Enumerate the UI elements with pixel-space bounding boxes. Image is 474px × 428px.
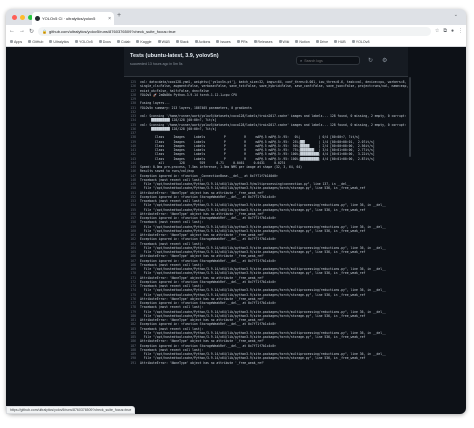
- new-tab-button[interactable]: +: [117, 12, 121, 19]
- bookmark-favicon-icon: [74, 40, 78, 43]
- scrollbar-thumb[interactable]: [409, 77, 411, 157]
- log-line-text: AttributeError: 'NoneType' object has no…: [140, 360, 265, 365]
- bookmark-item[interactable]: YOLOv5: [74, 39, 93, 44]
- gear-icon[interactable]: ⚙: [382, 57, 387, 64]
- status-bar: https://github.com/ultralytics/yolov5/ru…: [6, 406, 136, 414]
- bookmark-label: Docs: [102, 39, 111, 44]
- log-output: 125 val: data=data/coco128.yaml, weights=…: [124, 78, 408, 414]
- bookmark-favicon-icon: [136, 40, 140, 43]
- lock-icon: 🔒: [42, 28, 48, 34]
- bookmark-item[interactable]: Issues: [216, 39, 231, 44]
- bookmark-favicon-icon: [157, 40, 161, 43]
- window-controls: [12, 14, 33, 20]
- bookmark-item[interactable]: Ultralytics: [49, 40, 69, 44]
- bookmark-label: HUB: [338, 39, 346, 44]
- bookmark-label: YOLOv5: [78, 39, 93, 44]
- close-tab-icon[interactable]: ×: [108, 16, 111, 22]
- bookmark-favicon-icon: [334, 40, 338, 43]
- search-logs-box[interactable]: ⌕: [296, 56, 360, 65]
- bookmark-item[interactable]: PRs: [236, 39, 248, 44]
- bookmark-favicon-icon: [315, 40, 319, 43]
- bookmark-item[interactable]: YOLOv8: [351, 39, 370, 44]
- bookmark-item[interactable]: Drive: [315, 39, 329, 44]
- browser-toolbar: ← → ↻ 🔒 github.com/ultralytics/yolov5/ru…: [6, 25, 466, 37]
- search-logs-input[interactable]: [304, 58, 355, 63]
- bookmark-item[interactable]: GitHub: [28, 40, 43, 44]
- bookmark-item[interactable]: Kaggle: [136, 39, 152, 44]
- bookmark-label: Wiki: [282, 39, 290, 44]
- bookmark-label: YOLOv8: [355, 39, 370, 44]
- bookmark-favicon-icon: [116, 40, 120, 43]
- reload-icon[interactable]: ↻: [29, 28, 34, 35]
- page-scrollbar[interactable]: [408, 47, 412, 414]
- bookmark-item[interactable]: Releases: [253, 39, 273, 44]
- menu-kebab-icon[interactable]: ⋮: [458, 28, 463, 34]
- status-url: https://github.com/ultralytics/yolov5/ru…: [10, 408, 132, 412]
- bookmark-label: W&B: [161, 39, 170, 44]
- tab-bar: YOLOv5 CI · ultralytics/yolov5 × + ⌄: [6, 9, 466, 25]
- job-title: Tests (ubuntu-latest, 3.9, yolov5n): [130, 53, 219, 59]
- search-icon: ⌕: [300, 58, 303, 63]
- bookmark-label: GitHub: [32, 39, 44, 44]
- browser-window: YOLOv5 CI · ultralytics/yolov5 × + ⌄ ← →…: [6, 9, 466, 414]
- log-line-number[interactable]: 191: [124, 361, 140, 365]
- bookmarks-bar: Apps GitHub Ultralytics YOLOv5 Docs Colab Kagg…: [6, 37, 466, 47]
- minimize-window-button[interactable]: [20, 14, 25, 20]
- bookmark-label: Kaggle: [140, 39, 152, 44]
- bookmark-label: Issues: [220, 39, 231, 44]
- profile-avatar-icon[interactable]: ●: [451, 28, 454, 34]
- bookmark-label: Colab: [120, 39, 131, 44]
- browser-tab[interactable]: YOLOv5 CI · ultralytics/yolov5 ×: [32, 12, 114, 25]
- github-favicon-icon: [35, 16, 40, 21]
- bookmark-favicon-icon: [295, 40, 299, 43]
- extensions-icon[interactable]: ⧉: [443, 28, 447, 34]
- bookmark-label: Ultralytics: [53, 39, 69, 44]
- bookmark-label: Apps: [14, 39, 23, 44]
- bookmark-item[interactable]: HUB: [334, 40, 346, 44]
- job-status: succeeded 13 hours ago in 5m 5s: [130, 62, 183, 66]
- bookmark-label: Drive: [319, 39, 329, 44]
- address-bar[interactable]: 🔒 github.com/ultralytics/yolov5/runs/876…: [38, 26, 431, 36]
- bookmark-favicon-icon: [10, 40, 13, 43]
- log-line: 191 AttributeError: 'NoneType' object has…: [124, 361, 408, 365]
- bookmark-favicon-icon: [98, 40, 102, 43]
- bookmark-favicon-icon: [278, 40, 282, 43]
- bookmark-item[interactable]: Wiki: [278, 39, 290, 44]
- bookmark-item[interactable]: Actions: [194, 39, 211, 44]
- bookmark-favicon-icon: [194, 40, 198, 43]
- refresh-icon[interactable]: ↻: [368, 57, 373, 64]
- tab-search-chevron-icon[interactable]: ⌄: [454, 12, 458, 18]
- bookmark-favicon-icon: [175, 40, 179, 43]
- bookmark-favicon-icon: [351, 40, 355, 43]
- bookmark-favicon-icon: [253, 40, 257, 43]
- bookmark-label: Actions: [198, 39, 211, 44]
- bookmark-item[interactable]: Apps: [10, 40, 22, 44]
- bookmark-item[interactable]: Colab: [116, 39, 131, 44]
- tab-title: YOLOv5 CI · ultralytics/yolov5: [42, 16, 96, 21]
- forward-arrow-icon[interactable]: →: [19, 28, 25, 34]
- github-actions-page: Tests (ubuntu-latest, 3.9, yolov5n) succ…: [6, 47, 466, 414]
- url-text[interactable]: github.com/ultralytics/yolov5/runs/87603…: [49, 29, 176, 34]
- bookmark-label: PRs: [240, 39, 248, 44]
- bookmark-star-icon[interactable]: ☆: [435, 28, 439, 34]
- bookmark-item[interactable]: W&B: [157, 39, 170, 44]
- bookmark-item[interactable]: Notion: [295, 39, 310, 44]
- bookmark-favicon-icon: [49, 40, 53, 43]
- job-header: Tests (ubuntu-latest, 3.9, yolov5n) succ…: [124, 47, 408, 77]
- bookmark-label: Releases: [257, 39, 273, 44]
- back-arrow-icon[interactable]: ←: [9, 28, 15, 34]
- close-window-button[interactable]: [12, 14, 17, 20]
- bookmark-label: Notion: [299, 39, 310, 44]
- bookmark-item[interactable]: Docs: [98, 39, 111, 44]
- bookmark-item[interactable]: Slack: [175, 39, 189, 44]
- bookmark-favicon-icon: [216, 40, 220, 43]
- bookmark-favicon-icon: [28, 40, 32, 43]
- bookmark-label: Slack: [179, 39, 189, 44]
- bookmark-favicon-icon: [236, 40, 240, 43]
